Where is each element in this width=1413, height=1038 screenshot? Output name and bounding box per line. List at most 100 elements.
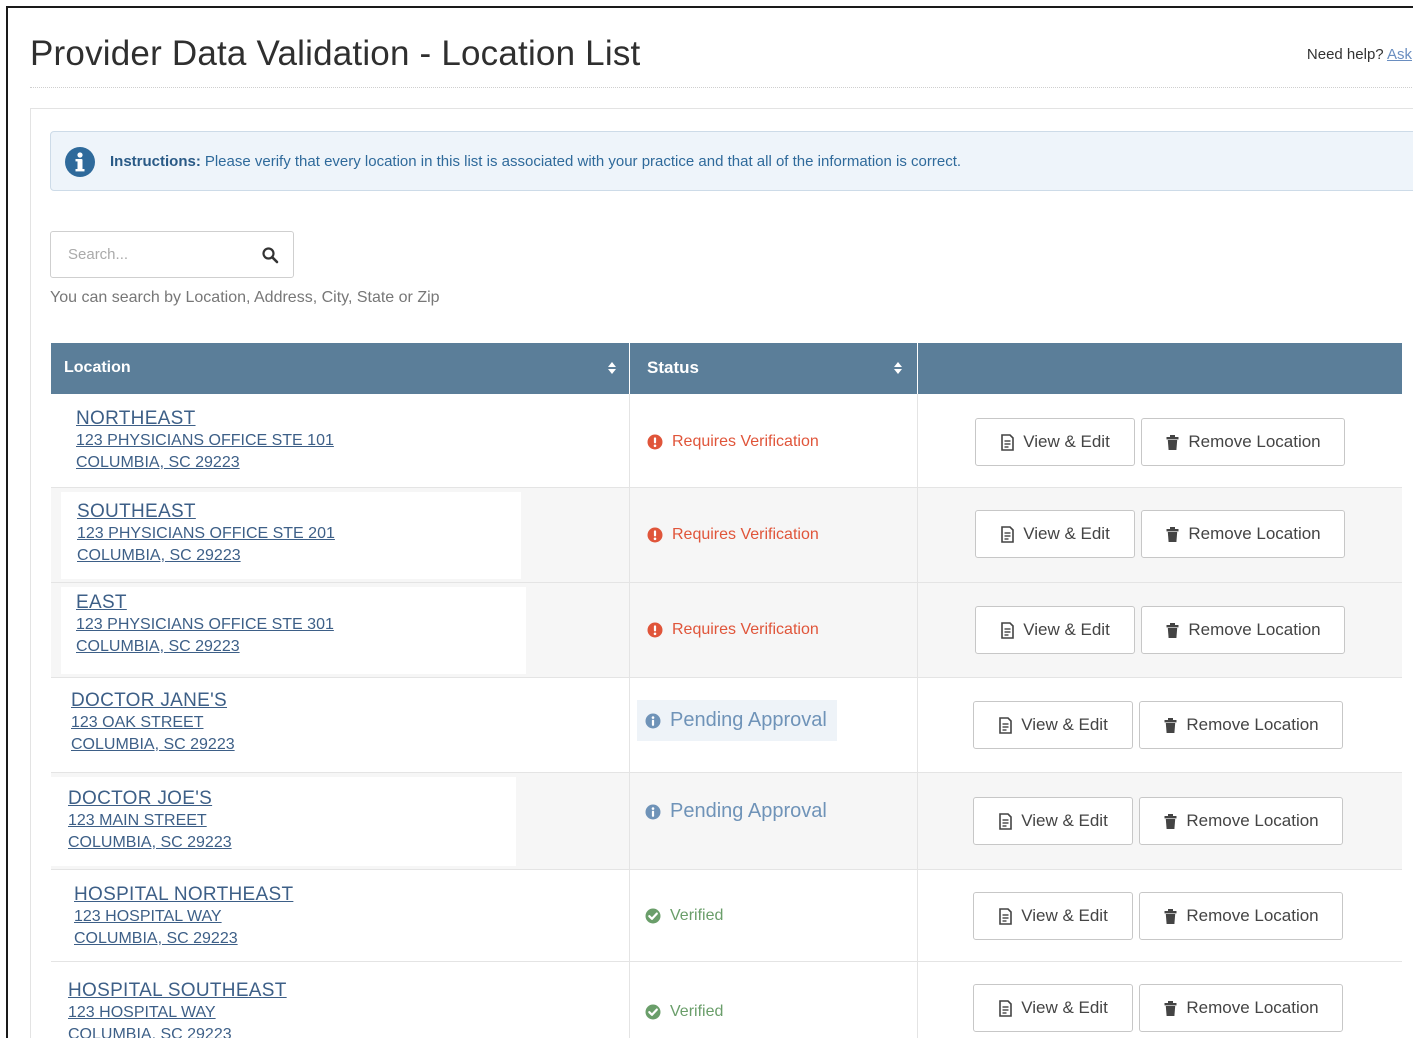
location-name-link[interactable]: EAST bbox=[76, 592, 127, 614]
remove-location-button[interactable]: Remove Location bbox=[1141, 606, 1345, 654]
column-divider bbox=[629, 394, 630, 487]
document-edit-icon bbox=[1001, 525, 1014, 543]
sort-icon bbox=[608, 362, 616, 374]
column-header-location[interactable]: Location bbox=[51, 343, 630, 394]
column-divider bbox=[917, 583, 918, 677]
search-icon[interactable] bbox=[261, 246, 279, 264]
status-text: Pending Approval bbox=[670, 800, 827, 822]
view-edit-button[interactable]: View & Edit bbox=[973, 984, 1133, 1032]
table-row: HOSPITAL SOUTHEAST 123 HOSPITAL WAY COLUMB… bbox=[51, 962, 1402, 1038]
status-badge: Requires Verification bbox=[647, 526, 819, 544]
content-panel: Instructions: Please verify that every lo… bbox=[30, 108, 1413, 1038]
info-circle-icon bbox=[645, 804, 661, 819]
trash-icon bbox=[1164, 717, 1177, 733]
page-header: Provider Data Validation - Location List… bbox=[30, 28, 1412, 88]
location-address-link[interactable]: 123 OAK STREET bbox=[71, 714, 204, 732]
remove-location-button[interactable]: Remove Location bbox=[1139, 892, 1343, 940]
status-text: Verified bbox=[670, 907, 724, 924]
column-divider bbox=[917, 394, 918, 487]
location-name-link[interactable]: DOCTOR JOE'S bbox=[68, 788, 212, 810]
view-edit-button[interactable]: View & Edit bbox=[975, 606, 1135, 654]
info-circle-icon bbox=[645, 713, 661, 728]
column-divider bbox=[917, 488, 918, 582]
search-hint: You can search by Location, Address, Cit… bbox=[50, 289, 440, 306]
status-badge: Requires Verification bbox=[647, 621, 819, 639]
locations-table: Location Status NORTHEAST 123 PHYSICIANS … bbox=[51, 343, 1402, 1038]
document-edit-icon bbox=[999, 716, 1012, 734]
status-badge: Pending Approval bbox=[645, 800, 827, 823]
location-name-link[interactable]: NORTHEAST bbox=[76, 408, 196, 430]
exclamation-circle-icon bbox=[647, 434, 663, 450]
info-circle-icon bbox=[65, 147, 95, 177]
column-divider bbox=[917, 678, 918, 772]
remove-location-button[interactable]: Remove Location bbox=[1139, 701, 1343, 749]
remove-location-button[interactable]: Remove Location bbox=[1139, 797, 1343, 845]
location-city-link[interactable]: COLUMBIA, SC 29223 bbox=[68, 1026, 232, 1038]
location-address-link[interactable]: 123 HOSPITAL WAY bbox=[68, 1004, 216, 1022]
location-name-link[interactable]: SOUTHEAST bbox=[77, 501, 196, 523]
view-edit-button[interactable]: View & Edit bbox=[975, 418, 1135, 466]
exclamation-circle-icon bbox=[647, 527, 663, 543]
column-header-actions bbox=[918, 343, 1402, 394]
location-city-link[interactable]: COLUMBIA, SC 29223 bbox=[71, 736, 235, 754]
instructions-alert: Instructions: Please verify that every lo… bbox=[50, 131, 1413, 191]
view-edit-button[interactable]: View & Edit bbox=[973, 892, 1133, 940]
status-badge: Verified bbox=[645, 907, 723, 925]
location-city-link[interactable]: COLUMBIA, SC 29223 bbox=[68, 834, 232, 852]
table-row: SOUTHEAST 123 PHYSICIANS OFFICE STE 201 CO… bbox=[51, 488, 1402, 583]
location-city-link[interactable]: COLUMBIA, SC 29223 bbox=[76, 454, 240, 472]
view-edit-button[interactable]: View & Edit bbox=[975, 510, 1135, 558]
trash-icon bbox=[1164, 813, 1177, 829]
location-address-link[interactable]: 123 PHYSICIANS OFFICE STE 301 bbox=[76, 616, 334, 634]
help-text: Need help? bbox=[1306, 46, 1384, 63]
search-input[interactable] bbox=[51, 232, 251, 277]
page-title: Provider Data Validation - Location List bbox=[30, 34, 641, 73]
column-divider bbox=[629, 962, 630, 1038]
check-circle-icon bbox=[645, 1004, 661, 1020]
document-edit-icon bbox=[999, 812, 1012, 830]
instructions-body: Please verify that every location in thi… bbox=[204, 153, 962, 170]
location-city-link[interactable]: COLUMBIA, SC 29223 bbox=[76, 638, 240, 656]
column-divider bbox=[629, 870, 630, 961]
location-city-link[interactable]: COLUMBIA, SC 29223 bbox=[74, 930, 238, 948]
remove-location-button[interactable]: Remove Location bbox=[1141, 418, 1345, 466]
search-box bbox=[50, 231, 294, 278]
column-divider bbox=[629, 773, 630, 869]
location-name-link[interactable]: DOCTOR JANE'S bbox=[71, 690, 227, 712]
location-address-link[interactable]: 123 HOSPITAL WAY bbox=[74, 908, 222, 926]
view-edit-button[interactable]: View & Edit bbox=[973, 797, 1133, 845]
document-edit-icon bbox=[999, 999, 1012, 1017]
table-row: DOCTOR JANE'S 123 OAK STREET COLUMBIA, SC … bbox=[51, 678, 1402, 773]
document-edit-icon bbox=[1001, 433, 1014, 451]
location-name-link[interactable]: HOSPITAL NORTHEAST bbox=[74, 884, 293, 906]
remove-location-button[interactable]: Remove Location bbox=[1139, 984, 1343, 1032]
instructions-label: Instructions: bbox=[110, 153, 201, 170]
table-row: HOSPITAL NORTHEAST 123 HOSPITAL WAY COLUMB… bbox=[51, 870, 1402, 962]
trash-icon bbox=[1166, 622, 1179, 638]
status-text: Requires Verification bbox=[672, 433, 819, 450]
location-address-link[interactable]: 123 PHYSICIANS OFFICE STE 101 bbox=[76, 432, 334, 450]
remove-location-button[interactable]: Remove Location bbox=[1141, 510, 1345, 558]
column-divider bbox=[917, 870, 918, 961]
location-address-link[interactable]: 123 PHYSICIANS OFFICE STE 201 bbox=[77, 525, 335, 543]
view-edit-button[interactable]: View & Edit bbox=[973, 701, 1133, 749]
status-text: Requires Verification bbox=[672, 526, 819, 543]
table-row: NORTHEAST 123 PHYSICIANS OFFICE STE 101 CO… bbox=[51, 394, 1402, 488]
status-badge: Verified bbox=[645, 1003, 723, 1021]
trash-icon bbox=[1164, 908, 1177, 924]
status-text: Pending Approval bbox=[670, 709, 827, 731]
location-name-link[interactable]: HOSPITAL SOUTHEAST bbox=[68, 980, 287, 1002]
location-city-link[interactable]: COLUMBIA, SC 29223 bbox=[77, 547, 241, 565]
status-text: Verified bbox=[670, 1003, 724, 1020]
trash-icon bbox=[1166, 434, 1179, 450]
instructions-text: Instructions: Please verify that every lo… bbox=[110, 153, 961, 170]
trash-icon bbox=[1166, 526, 1179, 542]
column-divider bbox=[629, 678, 630, 772]
column-divider bbox=[917, 773, 918, 869]
table-header: Location Status bbox=[51, 343, 1402, 394]
column-header-status[interactable]: Status bbox=[630, 343, 918, 394]
check-circle-icon bbox=[645, 908, 661, 924]
trash-icon bbox=[1164, 1000, 1177, 1016]
ask-link[interactable]: Ask bbox=[1387, 46, 1412, 63]
location-address-link[interactable]: 123 MAIN STREET bbox=[68, 812, 207, 830]
